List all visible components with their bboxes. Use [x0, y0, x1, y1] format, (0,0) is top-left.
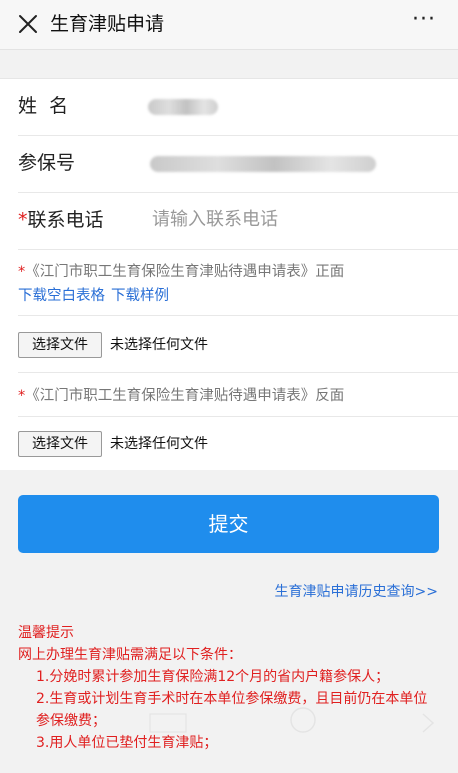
file-status-back: 未选择任何文件 — [110, 436, 208, 452]
download-blank-form-link[interactable]: 下载空白表格 — [18, 288, 105, 304]
name-label: 姓 名 — [18, 95, 69, 117]
back-ghost-icon — [149, 713, 187, 733]
download-links: 下载空白表格 下载样例 — [18, 286, 175, 306]
insurance-number-value-masked — [150, 156, 376, 172]
name-row: 姓 名 — [0, 79, 458, 135]
nav-bar: 生育津贴申请 ··· — [0, 0, 458, 50]
divider — [18, 249, 458, 250]
file-status-front: 未选择任何文件 — [110, 337, 208, 353]
divider — [18, 416, 458, 417]
history-query-link[interactable]: 生育津贴申请历史查询>> — [275, 582, 438, 602]
tips-item: 2.生育或计划生育手术时在本单位参保缴费，且目前仍在本单位参保缴费； — [36, 691, 428, 729]
page-title: 生育津贴申请 — [50, 13, 165, 35]
insurance-number-label: 参保号 — [18, 152, 76, 174]
divider — [18, 372, 458, 373]
tips-item: 1.分娩时累计参加生育保险满12个月的省内户籍参保人； — [36, 669, 390, 685]
tips-item: 3.用人单位已垫付生育津贴； — [36, 735, 218, 751]
upload-front-title: *《江门市职工生育保险生育津贴待遇申请表》正面 — [18, 264, 345, 280]
tips-intro: 网上办理生育津贴需满足以下条件： — [18, 647, 242, 663]
phone-input[interactable]: 请输入联系电话 — [152, 208, 278, 232]
name-value-masked — [148, 99, 218, 115]
phone-row: *联系电话 请输入联系电话 — [0, 193, 458, 249]
more-options-icon[interactable]: ··· — [412, 8, 436, 32]
insurance-number-row: 参保号 — [0, 136, 458, 192]
download-sample-link[interactable]: 下载样例 — [111, 288, 169, 304]
required-mark: * — [18, 209, 28, 231]
choose-file-back-button[interactable]: 选择文件 — [18, 431, 102, 457]
tips-title: 温馨提示 — [18, 625, 74, 641]
application-form: 姓 名 参保号 *联系电话 请输入联系电话 *《江门市职工生育保险生育津贴待遇申… — [0, 78, 458, 470]
home-ghost-icon — [290, 707, 316, 733]
tips-section: 温馨提示 网上办理生育津贴需满足以下条件： 1.分娩时累计参加生育保险满12个月… — [18, 622, 440, 754]
upload-back-title: *《江门市职工生育保险生育津贴待遇申请表》反面 — [18, 388, 345, 404]
divider — [18, 315, 458, 316]
submit-button[interactable]: 提交 — [18, 495, 439, 553]
choose-file-front-button[interactable]: 选择文件 — [18, 332, 102, 358]
forward-ghost-icon — [422, 713, 435, 733]
phone-label: *联系电话 — [18, 209, 104, 231]
close-icon[interactable] — [16, 12, 40, 36]
